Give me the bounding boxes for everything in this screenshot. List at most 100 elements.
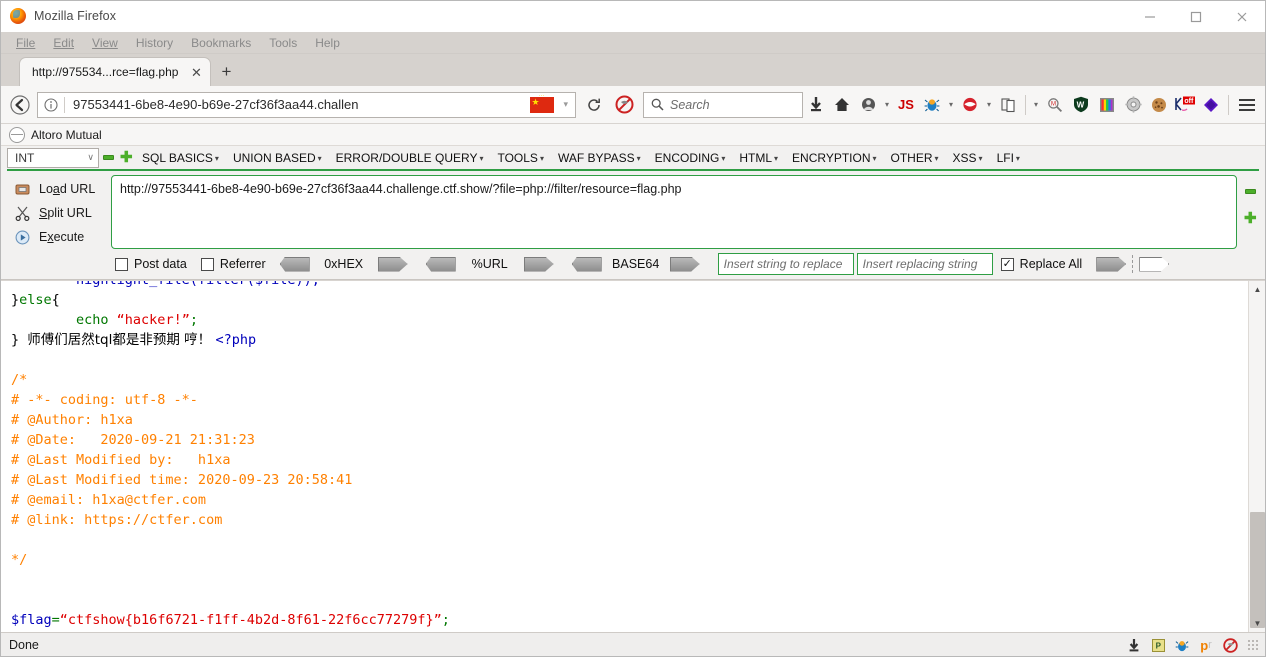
reload-button[interactable] — [579, 90, 609, 120]
cookie-manager-icon[interactable] — [995, 91, 1021, 119]
hackbar-menu-other[interactable]: OTHER ▾ — [884, 151, 946, 165]
chevron-down-icon[interactable]: ▾ — [556, 99, 575, 110]
proxy-off-icon[interactable]: off — [1172, 91, 1198, 119]
hackbar-menu-union-based[interactable]: UNION BASED ▾ — [226, 151, 329, 165]
privoxy-icon[interactable]: pr — [1197, 636, 1215, 654]
noscript-status-icon[interactable] — [1221, 636, 1239, 654]
decode-hex-button[interactable] — [279, 256, 310, 272]
menu-history[interactable]: History — [127, 34, 182, 52]
menu-bookmarks[interactable]: Bookmarks — [182, 34, 260, 52]
source-token: # @link: https://ctfer.com — [11, 512, 223, 528]
hackbar-menu-encryption[interactable]: ENCRYPTION ▾ — [785, 151, 883, 165]
home-icon[interactable] — [829, 91, 855, 119]
source-line: */ — [11, 550, 1238, 570]
noscript-icon[interactable] — [609, 90, 639, 120]
source-token: highlight_file(filter($file)); — [11, 280, 320, 288]
url-text[interactable]: 97553441-6be8-4e90-b69e-27cf36f3aa44.cha… — [65, 97, 530, 112]
overflow-chevron-down-icon[interactable]: ▾ — [1030, 100, 1042, 109]
menu-view[interactable]: View — [83, 34, 127, 52]
downloads-icon[interactable] — [803, 91, 829, 119]
hackbar-menu-waf-bypass[interactable]: WAF BYPASS ▾ — [551, 151, 648, 165]
close-button[interactable] — [1219, 1, 1265, 32]
settings-gear-icon[interactable] — [1120, 91, 1146, 119]
firebug-icon[interactable] — [919, 91, 945, 119]
replace-from-input[interactable]: Insert string to replace — [717, 253, 854, 275]
url-bar[interactable]: 97553441-6be8-4e90-b69e-27cf36f3aa44.cha… — [37, 91, 576, 118]
menu-tools[interactable]: Tools — [260, 34, 306, 52]
hackbar-add-button[interactable]: ✚ — [117, 148, 135, 168]
scrollbar-thumb[interactable] — [1250, 512, 1265, 628]
hackbar-menu-error-double-query[interactable]: ERROR/DOUBLE QUERY ▾ — [329, 151, 491, 165]
colorzilla-icon[interactable] — [1094, 91, 1120, 119]
firebug-chevron-down-icon[interactable]: ▾ — [945, 100, 957, 109]
menu-help[interactable]: Help — [306, 34, 349, 52]
info-icon[interactable] — [38, 97, 64, 112]
encode-hex-button[interactable] — [377, 256, 408, 272]
search-bar[interactable]: Search — [643, 91, 803, 118]
hamburger-menu-icon[interactable] — [1233, 91, 1261, 119]
referrer-checkbox[interactable]: Referrer — [200, 257, 266, 271]
new-tab-button[interactable]: + — [211, 58, 241, 86]
referrer-checkbox-box[interactable] — [200, 257, 214, 271]
decode-base64-button[interactable] — [571, 256, 602, 272]
scroll-down-arrow-icon[interactable]: ▼ — [1249, 615, 1265, 632]
user-agent-switcher-icon[interactable] — [855, 91, 881, 119]
execute-button[interactable]: Execute — [7, 225, 111, 249]
source-token: # @email: h1xa@ctfer.com — [11, 492, 207, 508]
menu-tools-label: Tools — [269, 35, 298, 50]
window-title: Mozilla Firefox — [34, 9, 117, 23]
hackbar-side-remove-button[interactable] — [1241, 181, 1259, 201]
back-arrow-icon[interactable] — [5, 90, 35, 120]
resize-grip-icon[interactable] — [1247, 639, 1259, 651]
hackbar-menu-html[interactable]: HTML ▾ — [732, 151, 785, 165]
post-data-checkbox[interactable]: Post data — [115, 257, 187, 271]
hackbar-remove-button[interactable] — [99, 148, 117, 168]
hackbar-menu-row: INT ∨ ✚ SQL BASICS ▾ UNION BASED ▾ ERROR/D… — [7, 146, 1259, 171]
status-text: Done — [9, 637, 39, 652]
cookie-icon[interactable] — [1146, 91, 1172, 119]
menu-file[interactable]: File — [7, 34, 44, 52]
bookmark-altoro-mutual[interactable]: Altoro Mutual — [31, 128, 102, 142]
encode-url-button[interactable] — [523, 256, 554, 272]
hackbar-menu-xss[interactable]: XSS ▾ — [946, 151, 990, 165]
hackbar-side-add-button[interactable]: ✚ — [1241, 209, 1259, 229]
replace-to-input[interactable]: Insert replacing string — [856, 253, 993, 275]
hackbar-type-select[interactable]: INT ∨ — [7, 147, 99, 168]
hackbar-chevron-down-icon[interactable]: ▾ — [983, 100, 995, 109]
search-input[interactable]: Search — [670, 98, 710, 112]
encode-base64-button[interactable] — [669, 256, 700, 272]
firebug-status-icon[interactable] — [1173, 636, 1191, 654]
source-line: }else{ — [11, 290, 1238, 310]
hackbar-menu-sql-basics[interactable]: SQL BASICS ▾ — [135, 151, 226, 165]
javascript-toggle-icon[interactable]: JS — [893, 91, 919, 119]
content-scrollbar[interactable]: ▲ ▼ — [1248, 281, 1265, 632]
scroll-up-arrow-icon[interactable]: ▲ — [1249, 281, 1265, 298]
replace-apply-button[interactable] — [1096, 256, 1127, 272]
split-url-button[interactable]: Split URL — [7, 201, 111, 225]
replace-all-checkbox-box[interactable]: ✓ — [1000, 257, 1014, 271]
replace-revert-button[interactable] — [1139, 256, 1170, 272]
source-token: } — [11, 332, 28, 348]
china-flag-icon[interactable] — [530, 93, 555, 113]
decode-url-button[interactable] — [425, 256, 456, 272]
hackbar-menu-lfi[interactable]: LFI ▾ — [990, 151, 1027, 165]
hackbar-menu-encoding[interactable]: ENCODING ▾ — [648, 151, 733, 165]
minimize-button[interactable] — [1127, 1, 1173, 32]
hackbar-menu-tools[interactable]: TOOLS ▾ — [490, 151, 550, 165]
maximize-button[interactable] — [1173, 1, 1219, 32]
proxy-icon[interactable]: P — [1149, 636, 1167, 654]
menu-edit[interactable]: Edit — [44, 34, 83, 52]
shield-icon[interactable]: W — [1068, 91, 1094, 119]
hackbar-icon[interactable] — [957, 91, 983, 119]
violentmonkey-icon[interactable] — [1198, 91, 1224, 119]
wappalyzer-icon[interactable]: M — [1042, 91, 1068, 119]
browser-tab[interactable]: http://975534...rce=flag.php ✕ — [19, 57, 212, 86]
tab-close-icon[interactable]: ✕ — [188, 64, 204, 80]
load-url-button[interactable]: Load URL — [7, 177, 111, 201]
post-data-checkbox-box[interactable] — [115, 257, 128, 271]
download-arrow-icon[interactable] — [1125, 636, 1143, 654]
user-agent-chevron-down-icon[interactable]: ▾ — [881, 100, 893, 109]
hackbar-url-textarea[interactable]: http://97553441-6be8-4e90-b69e-27cf36f3a… — [111, 175, 1237, 249]
source-line: # @Author: h1xa — [11, 410, 1238, 430]
replace-all-checkbox[interactable]: ✓ Replace All — [1000, 257, 1082, 271]
